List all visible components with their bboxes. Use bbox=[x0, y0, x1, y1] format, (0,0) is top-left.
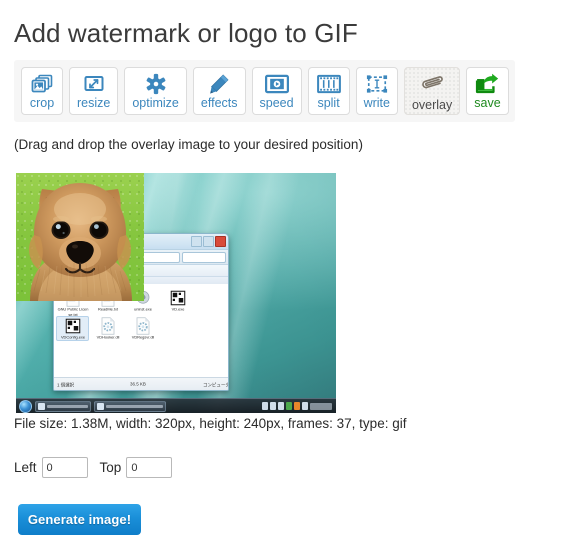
file-name: GNU Public License.txt bbox=[57, 306, 88, 317]
file-item: VDRegsvr.dll bbox=[126, 316, 159, 341]
tool-button-effects[interactable]: effects bbox=[192, 67, 246, 115]
gif-preview-canvas[interactable]: GNU Public License.txt ReadMe.txt uninst… bbox=[16, 173, 336, 413]
tray-app-icon bbox=[286, 402, 292, 410]
tool-label-speed: speed bbox=[259, 96, 294, 110]
share-export-icon bbox=[475, 73, 499, 95]
editor-toolbar: crop resize optimize effects speed split… bbox=[14, 60, 515, 122]
application-icon bbox=[65, 318, 80, 334]
file-item-selected: VDConfig.exe bbox=[56, 316, 89, 341]
taskbar-item bbox=[35, 400, 91, 412]
file-name: ReadMe.txt bbox=[97, 306, 118, 313]
top-input[interactable] bbox=[126, 457, 173, 478]
tool-label-overlay: overlay bbox=[411, 98, 453, 112]
top-field-label: Top bbox=[99, 460, 122, 475]
left-field-label: Left bbox=[14, 460, 37, 475]
left-input[interactable] bbox=[41, 457, 88, 478]
windows-taskbar bbox=[16, 398, 336, 413]
tool-button-resize[interactable]: resize bbox=[69, 67, 119, 115]
generate-image-button[interactable]: Generate image! bbox=[18, 504, 141, 535]
tool-label-effects: effects bbox=[200, 96, 238, 110]
file-name: VDConfig.exe bbox=[60, 334, 85, 341]
resize-arrow-icon bbox=[83, 73, 105, 95]
dll-file-icon bbox=[101, 317, 114, 335]
taskbar-clock bbox=[310, 402, 332, 410]
system-tray bbox=[262, 402, 333, 410]
file-name: uninst.exe bbox=[133, 306, 152, 313]
tool-label-write: write bbox=[363, 96, 390, 110]
pencil-icon bbox=[208, 73, 230, 95]
start-button-icon bbox=[19, 399, 32, 413]
tool-button-split[interactable]: split bbox=[307, 67, 350, 115]
play-frame-icon bbox=[264, 73, 289, 95]
tray-network-icon bbox=[270, 402, 276, 410]
status-selection: 1 個選択 bbox=[57, 381, 75, 388]
gear-icon bbox=[145, 73, 167, 95]
tool-button-write[interactable]: write bbox=[355, 67, 398, 115]
tool-button-optimize[interactable]: optimize bbox=[124, 67, 187, 115]
window-controls bbox=[191, 236, 226, 247]
taskbar-item bbox=[94, 400, 166, 412]
close-icon bbox=[215, 236, 226, 247]
file-info-text: File size: 1.38M, width: 320px, height: … bbox=[14, 416, 407, 431]
tool-label-split: split bbox=[317, 96, 340, 110]
file-name: VDHooker.dll bbox=[96, 334, 119, 341]
tray-battery-icon bbox=[278, 402, 284, 410]
file-item: VD.exe bbox=[161, 288, 194, 315]
maximize-icon bbox=[203, 236, 214, 247]
application-icon bbox=[170, 290, 185, 306]
tool-button-speed[interactable]: speed bbox=[251, 67, 302, 115]
tool-label-resize: resize bbox=[77, 96, 111, 110]
tool-label-save: save bbox=[474, 96, 501, 110]
crop-image-icon bbox=[31, 73, 53, 95]
tray-volume-icon bbox=[262, 402, 268, 410]
tool-button-overlay[interactable]: overlay bbox=[403, 67, 461, 115]
film-strip-icon bbox=[316, 73, 341, 95]
file-item: VDHooker.dll bbox=[91, 316, 124, 341]
overlay-image-draggable[interactable] bbox=[16, 173, 144, 301]
minimize-icon bbox=[191, 236, 202, 247]
tool-button-crop[interactable]: crop bbox=[21, 67, 63, 115]
dll-file-icon bbox=[136, 317, 149, 335]
tray-extra-icon bbox=[302, 402, 308, 410]
explorer-status-bar: 1 個選択 36.5 KB コンピューター bbox=[54, 377, 228, 390]
tool-button-save[interactable]: save bbox=[466, 67, 509, 115]
tool-label-optimize: optimize bbox=[132, 96, 179, 110]
paperclip-icon bbox=[420, 73, 444, 97]
tray-alert-icon bbox=[294, 402, 300, 410]
text-box-icon bbox=[366, 73, 388, 95]
tool-label-crop: crop bbox=[29, 96, 55, 110]
status-location: コンピューター bbox=[202, 381, 229, 388]
file-name: VDRegsvr.dll bbox=[131, 334, 154, 341]
file-name: VD.exe bbox=[171, 306, 184, 313]
page-title: Add watermark or logo to GIF bbox=[14, 18, 358, 48]
drag-drop-hint: (Drag and drop the overlay image to your… bbox=[14, 137, 363, 152]
explorer-search-input bbox=[182, 251, 226, 263]
overlay-position-form: Left Top bbox=[14, 457, 173, 478]
status-size: 36.5 KB bbox=[130, 381, 147, 387]
pomeranian-dog-photo bbox=[29, 183, 132, 301]
